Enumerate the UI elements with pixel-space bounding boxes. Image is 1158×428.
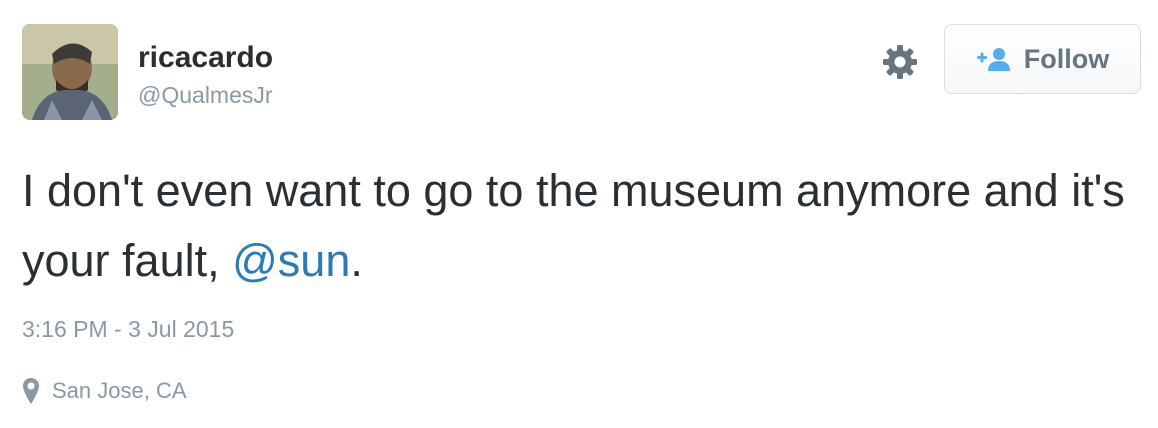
- location[interactable]: San Jose, CA: [22, 376, 187, 406]
- tweet-text-end: .: [350, 235, 363, 286]
- user-identity: ricacardo @QualmesJr: [138, 38, 273, 110]
- tweet-text: I don't even want to go to the museum an…: [22, 156, 1132, 296]
- follow-button[interactable]: Follow: [944, 24, 1141, 94]
- tweet-card: ricacardo @QualmesJr Follow I don't even…: [0, 0, 1158, 428]
- screen-name[interactable]: @QualmesJr: [138, 80, 273, 110]
- mention-link[interactable]: @sun: [232, 235, 350, 286]
- follow-label: Follow: [1023, 43, 1110, 74]
- map-pin-icon: [23, 378, 39, 404]
- add-user-icon: [976, 48, 1010, 71]
- display-name[interactable]: ricacardo: [138, 38, 273, 78]
- timestamp[interactable]: 3:16 PM - 3 Jul 2015: [22, 314, 234, 344]
- gear-icon[interactable]: [880, 42, 920, 82]
- avatar[interactable]: [22, 24, 118, 120]
- avatar-photo: [22, 24, 118, 120]
- location-label: San Jose, CA: [52, 378, 187, 403]
- tweet-text-main: I don't even want to go to the museum an…: [22, 165, 1125, 286]
